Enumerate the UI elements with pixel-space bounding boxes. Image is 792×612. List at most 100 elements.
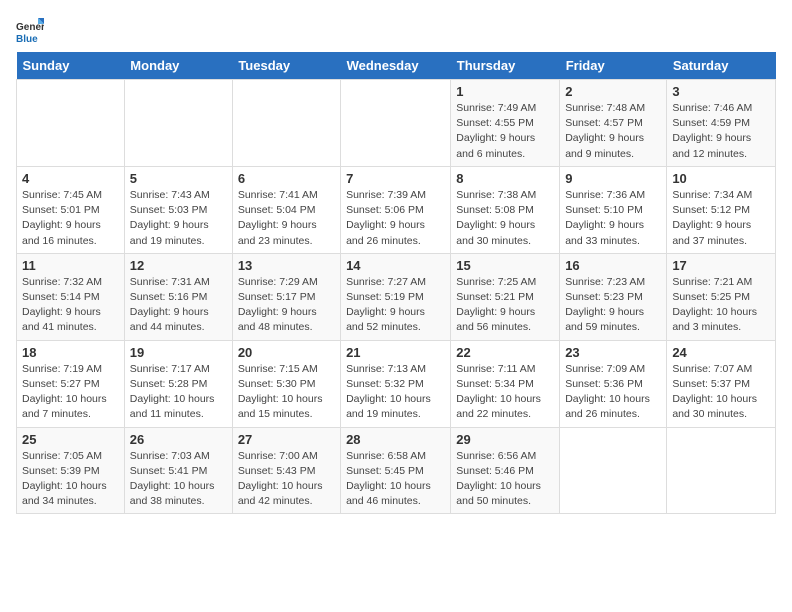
day-number: 20	[238, 345, 335, 360]
day-info: Sunrise: 7:07 AM Sunset: 5:37 PM Dayligh…	[672, 362, 770, 423]
calendar-cell: 9 Sunrise: 7:36 AM Sunset: 5:10 PM Daylig…	[560, 166, 667, 253]
day-number: 23	[565, 345, 661, 360]
day-number: 29	[456, 432, 554, 447]
day-number: 25	[22, 432, 119, 447]
calendar-cell: 3 Sunrise: 7:46 AM Sunset: 4:59 PM Daylig…	[667, 80, 776, 167]
day-number: 21	[346, 345, 445, 360]
day-info: Sunrise: 7:36 AM Sunset: 5:10 PM Dayligh…	[565, 188, 661, 249]
day-number: 3	[672, 84, 770, 99]
day-number: 13	[238, 258, 335, 273]
day-info: Sunrise: 7:09 AM Sunset: 5:36 PM Dayligh…	[565, 362, 661, 423]
day-number: 24	[672, 345, 770, 360]
day-info: Sunrise: 7:03 AM Sunset: 5:41 PM Dayligh…	[130, 449, 227, 510]
week-row-5: 25Sunrise: 7:05 AM Sunset: 5:39 PM Dayli…	[17, 427, 776, 514]
week-row-4: 18 Sunrise: 7:19 AM Sunset: 5:27 PM Dayli…	[17, 340, 776, 427]
day-number: 19	[130, 345, 227, 360]
day-number: 1	[456, 84, 554, 99]
header-monday: Monday	[124, 52, 232, 80]
calendar-cell: 14 Sunrise: 7:27 AM Sunset: 5:19 PM Dayli…	[341, 253, 451, 340]
day-number: 14	[346, 258, 445, 273]
calendar-cell: 26 Sunrise: 7:03 AM Sunset: 5:41 PM Dayli…	[124, 427, 232, 514]
day-info: Sunrise: 7:32 AM Sunset: 5:14 PM Dayligh…	[22, 275, 119, 336]
logo-icon: General Blue	[16, 16, 44, 44]
day-info: Sunrise: 7:19 AM Sunset: 5:27 PM Dayligh…	[22, 362, 119, 423]
day-number: 26	[130, 432, 227, 447]
calendar-cell: 23 Sunrise: 7:09 AM Sunset: 5:36 PM Dayli…	[560, 340, 667, 427]
calendar-cell: 8 Sunrise: 7:38 AM Sunset: 5:08 PM Daylig…	[451, 166, 560, 253]
day-info: Sunrise: 7:17 AM Sunset: 5:28 PM Dayligh…	[130, 362, 227, 423]
calendar-cell: 18 Sunrise: 7:19 AM Sunset: 5:27 PM Dayli…	[17, 340, 125, 427]
calendar-cell	[341, 80, 451, 167]
calendar-cell: 4 Sunrise: 7:45 AM Sunset: 5:01 PM Daylig…	[17, 166, 125, 253]
calendar-cell: 27 Sunrise: 7:00 AM Sunset: 5:43 PM Dayli…	[232, 427, 340, 514]
day-info: Sunrise: 7:15 AM Sunset: 5:30 PM Dayligh…	[238, 362, 335, 423]
calendar-cell: 16 Sunrise: 7:23 AM Sunset: 5:23 PM Dayli…	[560, 253, 667, 340]
day-info: Sunrise: 7:39 AM Sunset: 5:06 PM Dayligh…	[346, 188, 445, 249]
day-info: Sunrise: 7:43 AM Sunset: 5:03 PM Dayligh…	[130, 188, 227, 249]
day-info: Sunrise: 7:00 AM Sunset: 5:43 PM Dayligh…	[238, 449, 335, 510]
day-number: 12	[130, 258, 227, 273]
day-number: 27	[238, 432, 335, 447]
day-number: 16	[565, 258, 661, 273]
header-sunday: Sunday	[17, 52, 125, 80]
calendar-cell: 22Sunrise: 7:11 AM Sunset: 5:34 PM Dayli…	[451, 340, 560, 427]
day-number: 10	[672, 171, 770, 186]
header-thursday: Thursday	[451, 52, 560, 80]
calendar-cell	[17, 80, 125, 167]
day-number: 6	[238, 171, 335, 186]
day-info: Sunrise: 7:23 AM Sunset: 5:23 PM Dayligh…	[565, 275, 661, 336]
day-number: 28	[346, 432, 445, 447]
logo: General Blue	[16, 16, 48, 44]
header-row: SundayMondayTuesdayWednesdayThursdayFrid…	[17, 52, 776, 80]
calendar-cell: 19 Sunrise: 7:17 AM Sunset: 5:28 PM Dayli…	[124, 340, 232, 427]
day-number: 7	[346, 171, 445, 186]
day-number: 9	[565, 171, 661, 186]
header-friday: Friday	[560, 52, 667, 80]
calendar-cell: 11 Sunrise: 7:32 AM Sunset: 5:14 PM Dayli…	[17, 253, 125, 340]
day-number: 17	[672, 258, 770, 273]
calendar-cell: 7 Sunrise: 7:39 AM Sunset: 5:06 PM Daylig…	[341, 166, 451, 253]
day-info: Sunrise: 7:49 AM Sunset: 4:55 PM Dayligh…	[456, 101, 554, 162]
calendar-cell: 10 Sunrise: 7:34 AM Sunset: 5:12 PM Dayli…	[667, 166, 776, 253]
header: General Blue	[16, 16, 776, 44]
week-row-1: 1 Sunrise: 7:49 AM Sunset: 4:55 PM Daylig…	[17, 80, 776, 167]
calendar-cell	[667, 427, 776, 514]
day-info: Sunrise: 7:46 AM Sunset: 4:59 PM Dayligh…	[672, 101, 770, 162]
day-number: 8	[456, 171, 554, 186]
header-tuesday: Tuesday	[232, 52, 340, 80]
calendar-cell: 17 Sunrise: 7:21 AM Sunset: 5:25 PM Dayli…	[667, 253, 776, 340]
calendar-table: SundayMondayTuesdayWednesdayThursdayFrid…	[16, 52, 776, 514]
day-info: Sunrise: 7:34 AM Sunset: 5:12 PM Dayligh…	[672, 188, 770, 249]
header-saturday: Saturday	[667, 52, 776, 80]
calendar-cell	[124, 80, 232, 167]
calendar-cell: 5Sunrise: 7:43 AM Sunset: 5:03 PM Daylig…	[124, 166, 232, 253]
svg-text:Blue: Blue	[16, 34, 38, 44]
day-info: Sunrise: 7:21 AM Sunset: 5:25 PM Dayligh…	[672, 275, 770, 336]
day-info: Sunrise: 7:48 AM Sunset: 4:57 PM Dayligh…	[565, 101, 661, 162]
calendar-cell: 21 Sunrise: 7:13 AM Sunset: 5:32 PM Dayli…	[341, 340, 451, 427]
calendar-cell: 20 Sunrise: 7:15 AM Sunset: 5:30 PM Dayli…	[232, 340, 340, 427]
calendar-cell: 12 Sunrise: 7:31 AM Sunset: 5:16 PM Dayli…	[124, 253, 232, 340]
week-row-3: 11 Sunrise: 7:32 AM Sunset: 5:14 PM Dayli…	[17, 253, 776, 340]
day-info: Sunrise: 7:41 AM Sunset: 5:04 PM Dayligh…	[238, 188, 335, 249]
calendar-cell: 13 Sunrise: 7:29 AM Sunset: 5:17 PM Dayli…	[232, 253, 340, 340]
calendar-cell: 2 Sunrise: 7:48 AM Sunset: 4:57 PM Daylig…	[560, 80, 667, 167]
calendar-cell	[232, 80, 340, 167]
day-info: Sunrise: 7:27 AM Sunset: 5:19 PM Dayligh…	[346, 275, 445, 336]
day-info: Sunrise: 7:31 AM Sunset: 5:16 PM Dayligh…	[130, 275, 227, 336]
day-number: 15	[456, 258, 554, 273]
calendar-cell	[560, 427, 667, 514]
header-wednesday: Wednesday	[341, 52, 451, 80]
day-info: Sunrise: 7:13 AM Sunset: 5:32 PM Dayligh…	[346, 362, 445, 423]
day-info: Sunrise: 7:29 AM Sunset: 5:17 PM Dayligh…	[238, 275, 335, 336]
calendar-cell: 28Sunrise: 6:58 AM Sunset: 5:45 PM Dayli…	[341, 427, 451, 514]
day-number: 2	[565, 84, 661, 99]
day-info: Sunrise: 7:45 AM Sunset: 5:01 PM Dayligh…	[22, 188, 119, 249]
calendar-cell: 25Sunrise: 7:05 AM Sunset: 5:39 PM Dayli…	[17, 427, 125, 514]
day-number: 4	[22, 171, 119, 186]
day-info: Sunrise: 7:38 AM Sunset: 5:08 PM Dayligh…	[456, 188, 554, 249]
day-info: Sunrise: 7:25 AM Sunset: 5:21 PM Dayligh…	[456, 275, 554, 336]
day-number: 11	[22, 258, 119, 273]
day-number: 18	[22, 345, 119, 360]
calendar-cell: 24 Sunrise: 7:07 AM Sunset: 5:37 PM Dayli…	[667, 340, 776, 427]
